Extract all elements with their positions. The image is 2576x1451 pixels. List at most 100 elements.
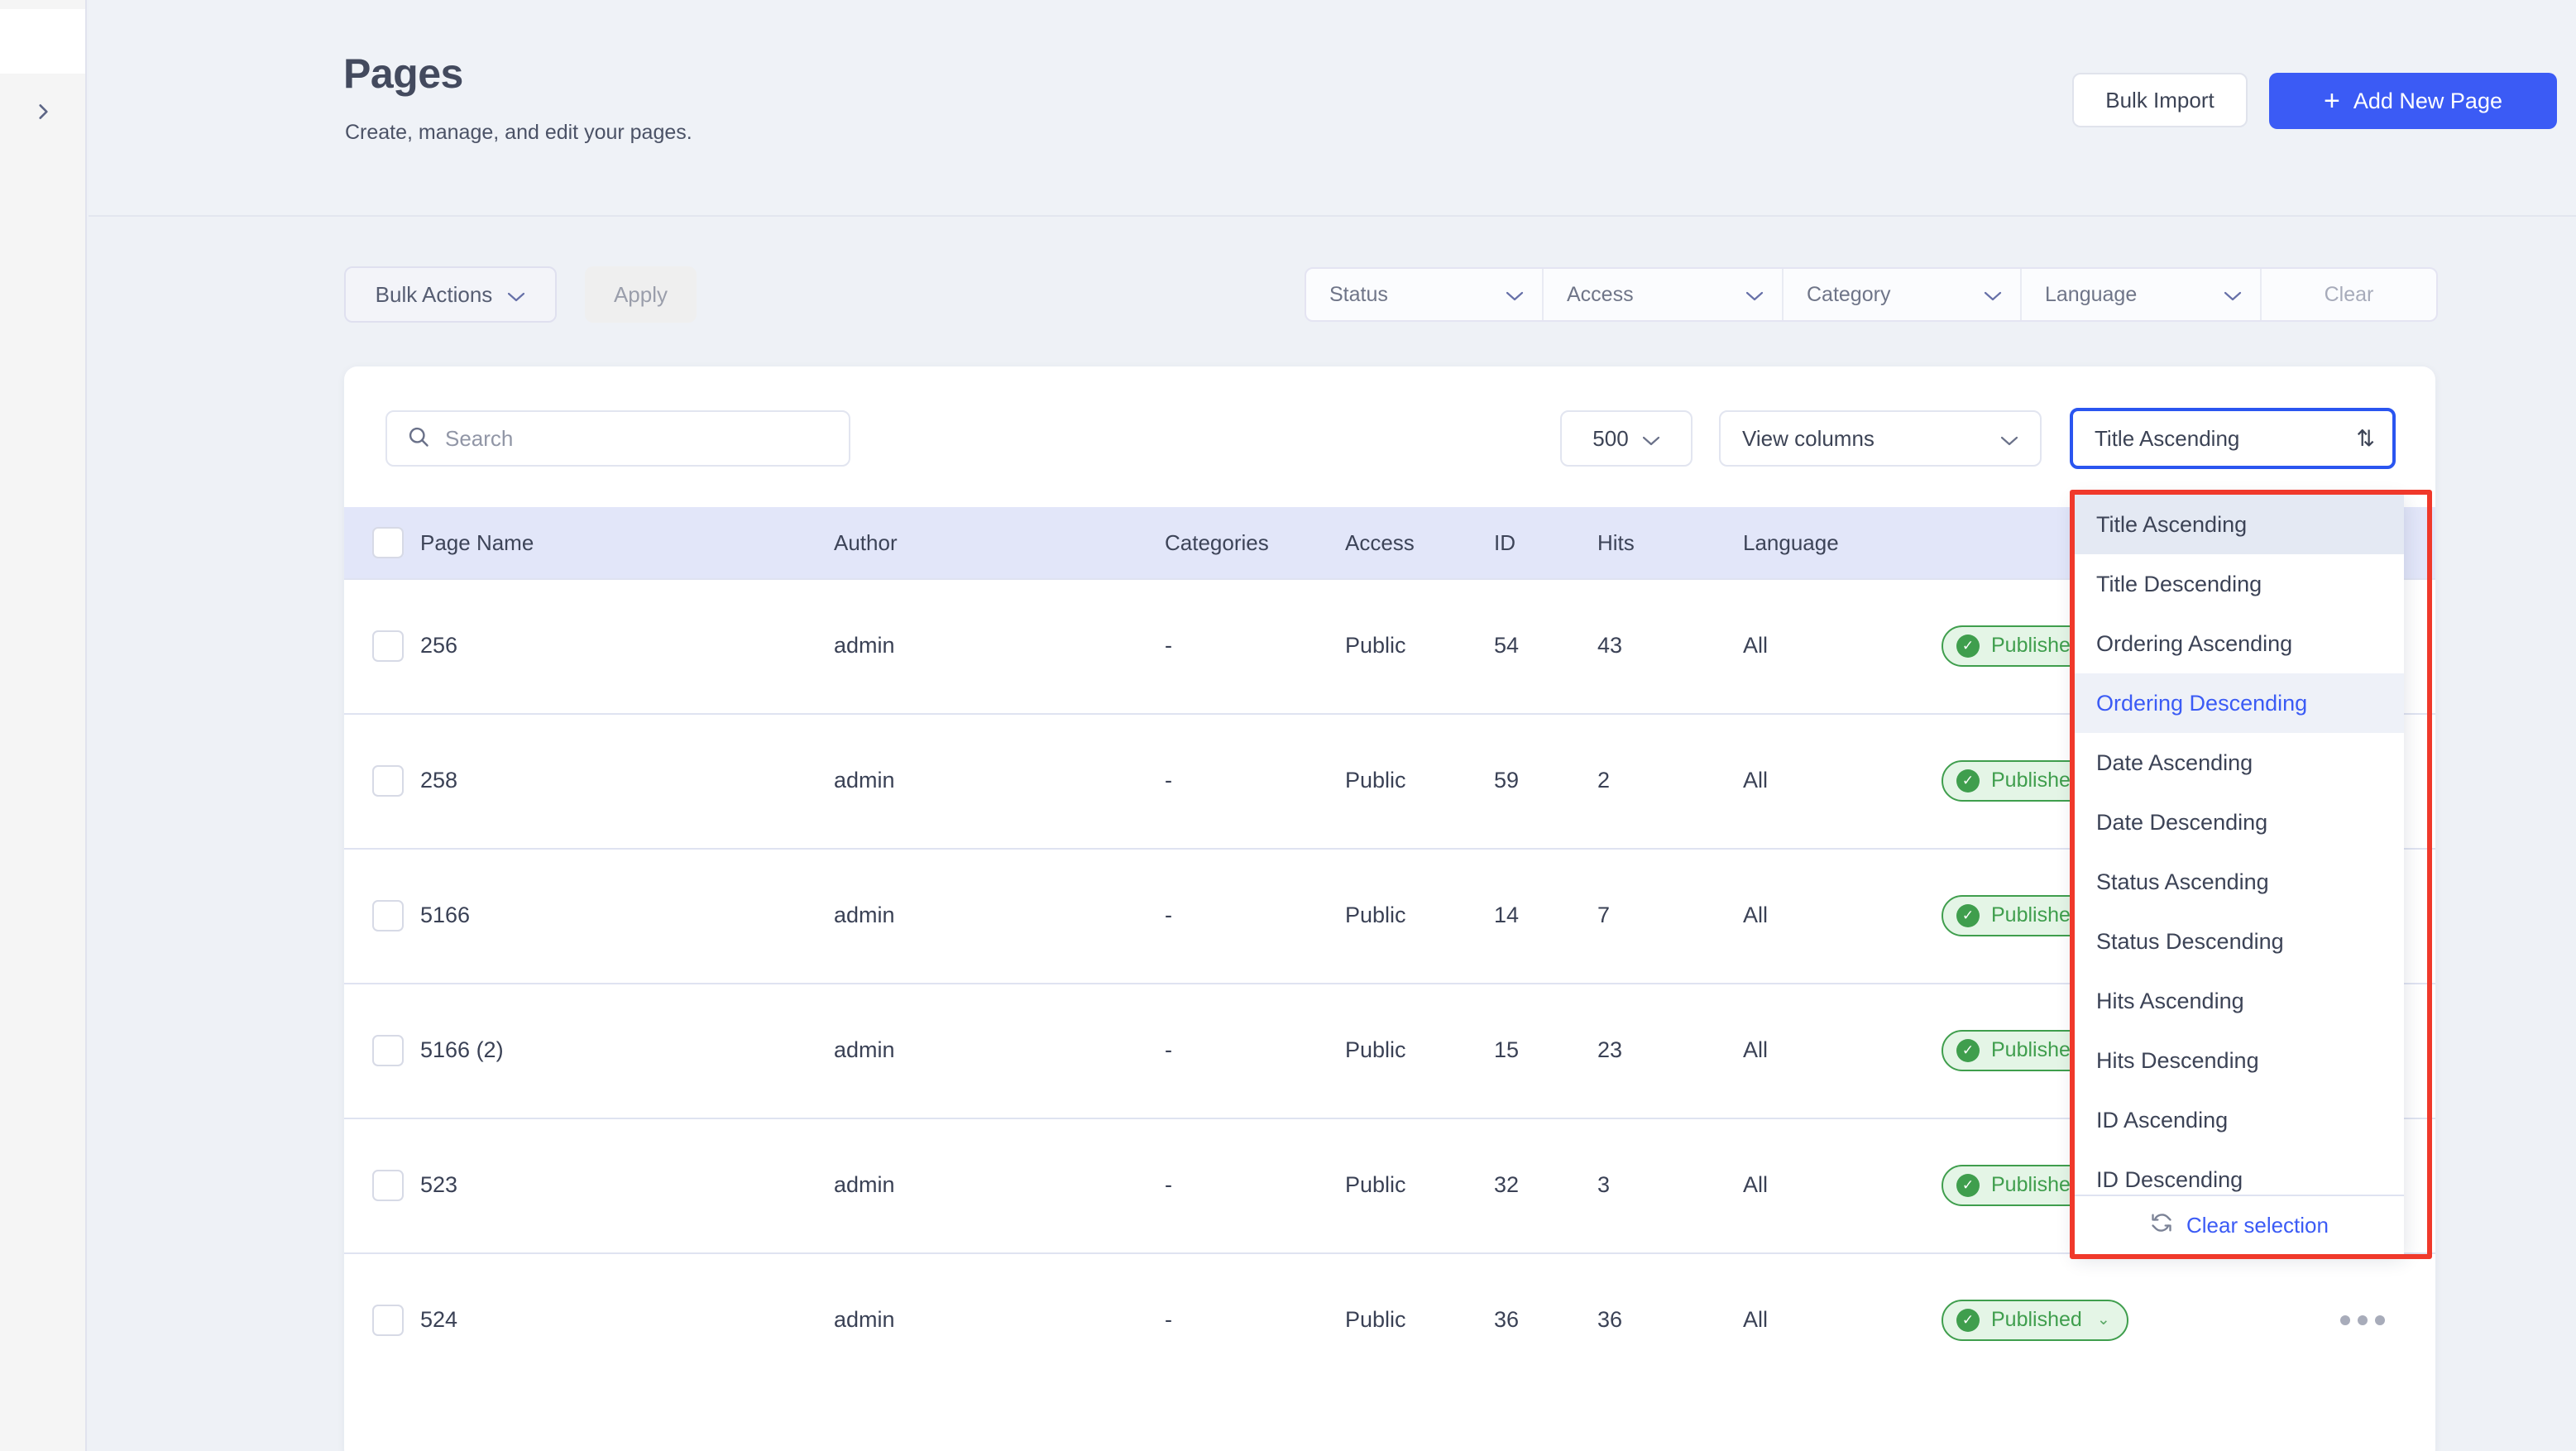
- cell-access: Public: [1345, 1172, 1406, 1197]
- cell-categories: -: [1165, 1307, 1172, 1332]
- row-checkbox[interactable]: [372, 630, 404, 662]
- check-circle-icon: ✓: [1956, 1038, 1980, 1062]
- row-checkbox-cell[interactable]: [344, 630, 420, 662]
- check-circle-icon: ✓: [1956, 1308, 1980, 1332]
- cell-access: Public: [1345, 1307, 1406, 1332]
- sort-option[interactable]: Title Ascending: [2075, 495, 2404, 554]
- row-actions-menu-icon[interactable]: [2339, 1315, 2385, 1325]
- page-title: Pages: [343, 50, 463, 97]
- cell-id: 14: [1494, 903, 1520, 927]
- cell-id: 54: [1494, 633, 1520, 658]
- apply-label: Apply: [613, 281, 668, 307]
- chevron-right-icon: [32, 101, 54, 127]
- cell-hits: 7: [1597, 903, 1611, 927]
- apply-button[interactable]: Apply: [585, 266, 697, 323]
- column-header-language[interactable]: Language: [1743, 530, 1942, 556]
- sidebar-expand-button[interactable]: [25, 95, 61, 132]
- column-header-categories[interactable]: Categories: [1165, 530, 1345, 556]
- sort-dropdown-menu[interactable]: Title Ascending Title Descending Ordering …: [2075, 495, 2404, 1254]
- page-size-select[interactable]: 500: [1560, 410, 1693, 467]
- cell-access: Public: [1345, 768, 1406, 793]
- cell-language: All: [1743, 903, 1769, 927]
- row-checkbox-cell[interactable]: [344, 1304, 420, 1336]
- cell-access: Public: [1345, 633, 1406, 658]
- add-new-page-button[interactable]: + Add New Page: [2269, 73, 2557, 129]
- column-header-hits[interactable]: Hits: [1597, 530, 1743, 556]
- row-checkbox[interactable]: [372, 764, 404, 797]
- status-badge-label: Published: [1991, 1038, 2082, 1061]
- select-all-checkbox-cell[interactable]: [344, 527, 420, 558]
- row-checkbox-cell[interactable]: [344, 899, 420, 931]
- check-circle-icon: ✓: [1956, 634, 1980, 658]
- cell-language: All: [1743, 633, 1769, 658]
- column-header-access[interactable]: Access: [1345, 530, 1494, 556]
- row-checkbox[interactable]: [372, 1169, 404, 1201]
- sort-arrows-icon: ⇅: [2356, 425, 2375, 451]
- cell-categories: -: [1165, 633, 1172, 658]
- sort-option[interactable]: Ordering Ascending: [2075, 614, 2404, 673]
- cell-author: admin: [834, 903, 895, 927]
- clear-selection-button[interactable]: Clear selection: [2075, 1195, 2404, 1254]
- page-header: Pages Create, manage, and edit your page…: [89, 0, 2576, 217]
- row-checkbox-cell[interactable]: [344, 764, 420, 797]
- bulk-import-button[interactable]: Bulk Import: [2072, 73, 2248, 127]
- sort-option[interactable]: Date Ascending: [2075, 733, 2404, 793]
- row-checkbox-cell[interactable]: [344, 1169, 420, 1201]
- cell-page-name[interactable]: 523: [420, 1172, 834, 1198]
- view-columns-select[interactable]: View columns: [1719, 410, 2042, 467]
- select-all-checkbox[interactable]: [372, 527, 404, 558]
- cell-page-name[interactable]: 5166: [420, 903, 834, 928]
- column-header-id[interactable]: ID: [1494, 530, 1597, 556]
- sort-option[interactable]: Date Descending: [2075, 793, 2404, 852]
- status-badge[interactable]: ✓ Published ⌄: [1942, 1299, 2128, 1341]
- sort-option[interactable]: Status Descending: [2075, 912, 2404, 971]
- row-checkbox-cell[interactable]: [344, 1034, 420, 1066]
- sort-option[interactable]: Hits Descending: [2075, 1031, 2404, 1090]
- search-input[interactable]: [445, 425, 829, 452]
- cell-hits: 2: [1597, 768, 1611, 793]
- chevron-down-icon: [507, 282, 525, 308]
- sort-option[interactable]: ID Ascending: [2075, 1090, 2404, 1150]
- cell-page-name[interactable]: 5166 (2): [420, 1037, 834, 1063]
- check-circle-icon: ✓: [1956, 769, 1980, 793]
- cell-categories: -: [1165, 903, 1172, 927]
- filter-clear-button[interactable]: Clear: [2262, 269, 2436, 320]
- table-row[interactable]: 524 admin - Public 36 36 All ✓ Published ⌄: [344, 1252, 2435, 1386]
- sort-option[interactable]: Title Descending: [2075, 554, 2404, 614]
- filter-category[interactable]: Category: [1784, 269, 2022, 320]
- row-checkbox[interactable]: [372, 1304, 404, 1336]
- cell-language: All: [1743, 1172, 1769, 1197]
- search-icon: [407, 425, 430, 453]
- status-badge-label: Published: [1991, 903, 2082, 927]
- cell-actions: [2289, 1315, 2435, 1325]
- status-badge-label: Published: [1991, 634, 2082, 657]
- column-header-page-name[interactable]: Page Name: [420, 530, 834, 556]
- cell-access: Public: [1345, 903, 1406, 927]
- filter-language[interactable]: Language: [2022, 269, 2262, 320]
- row-checkbox[interactable]: [372, 899, 404, 931]
- check-circle-icon: ✓: [1956, 903, 1980, 927]
- sort-select[interactable]: Title Ascending ⇅: [2070, 408, 2396, 469]
- filter-access[interactable]: Access: [1544, 269, 1784, 320]
- column-header-author[interactable]: Author: [834, 530, 1165, 556]
- sort-option[interactable]: Status Ascending: [2075, 852, 2404, 912]
- filter-status[interactable]: Status: [1306, 269, 1544, 320]
- sort-option[interactable]: Ordering Descending: [2075, 673, 2404, 733]
- cell-hits: 43: [1597, 633, 1623, 658]
- status-badge-label: Published: [1991, 769, 2082, 792]
- cell-hits: 23: [1597, 1037, 1623, 1062]
- row-checkbox[interactable]: [372, 1034, 404, 1066]
- cell-categories: -: [1165, 1037, 1172, 1062]
- search-box[interactable]: [385, 410, 850, 467]
- cell-page-name[interactable]: 524: [420, 1307, 834, 1333]
- bulk-actions-label: Bulk Actions: [375, 281, 493, 307]
- filter-access-label: Access: [1567, 282, 1634, 306]
- cell-page-name[interactable]: 258: [420, 768, 834, 793]
- cell-author: admin: [834, 768, 895, 793]
- plus-icon: +: [2324, 85, 2340, 117]
- cell-id: 59: [1494, 768, 1520, 793]
- bulk-actions-select[interactable]: Bulk Actions: [344, 266, 557, 323]
- sort-option[interactable]: Hits Ascending: [2075, 971, 2404, 1031]
- filter-category-label: Category: [1807, 282, 1891, 306]
- cell-page-name[interactable]: 256: [420, 633, 834, 658]
